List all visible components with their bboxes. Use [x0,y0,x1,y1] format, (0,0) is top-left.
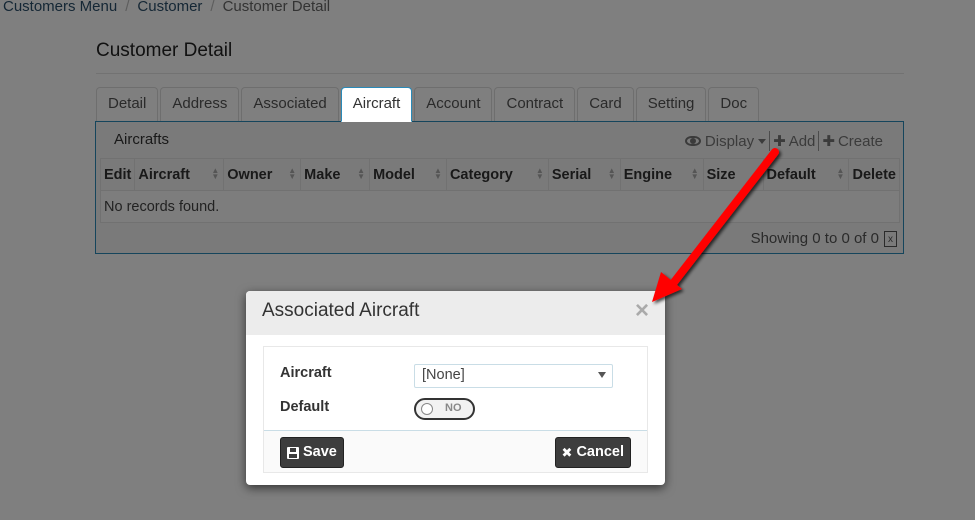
modal-footer: Save ✖ Cancel [264,430,647,472]
cancel-button[interactable]: ✖ Cancel [554,437,631,468]
aircraft-label: Aircraft [280,365,332,381]
tab-aircraft[interactable]: Aircraft [340,87,413,122]
close-icon[interactable]: × [635,299,649,323]
aircraft-select[interactable]: [None] [414,364,613,388]
save-button[interactable]: Save [280,437,344,468]
cancel-label: Cancel [576,444,624,460]
toggle-knob [421,403,433,415]
modal-title: Associated Aircraft [262,300,420,321]
associated-aircraft-modal: Associated Aircraft × Aircraft [None] De… [246,291,665,485]
x-icon: ✖ [561,445,573,460]
modal-form: Aircraft [None] Default NO Save ✖ Cancel [263,346,648,473]
modal-header: Associated Aircraft × [246,291,665,335]
toggle-state-label: NO [445,402,462,414]
default-label: Default [280,399,330,415]
dropdown-arrow-icon [598,372,606,378]
save-label: Save [303,444,337,460]
aircraft-select-value: [None] [422,367,465,383]
floppy-disk-icon [287,446,299,459]
default-toggle[interactable]: NO [414,398,475,420]
